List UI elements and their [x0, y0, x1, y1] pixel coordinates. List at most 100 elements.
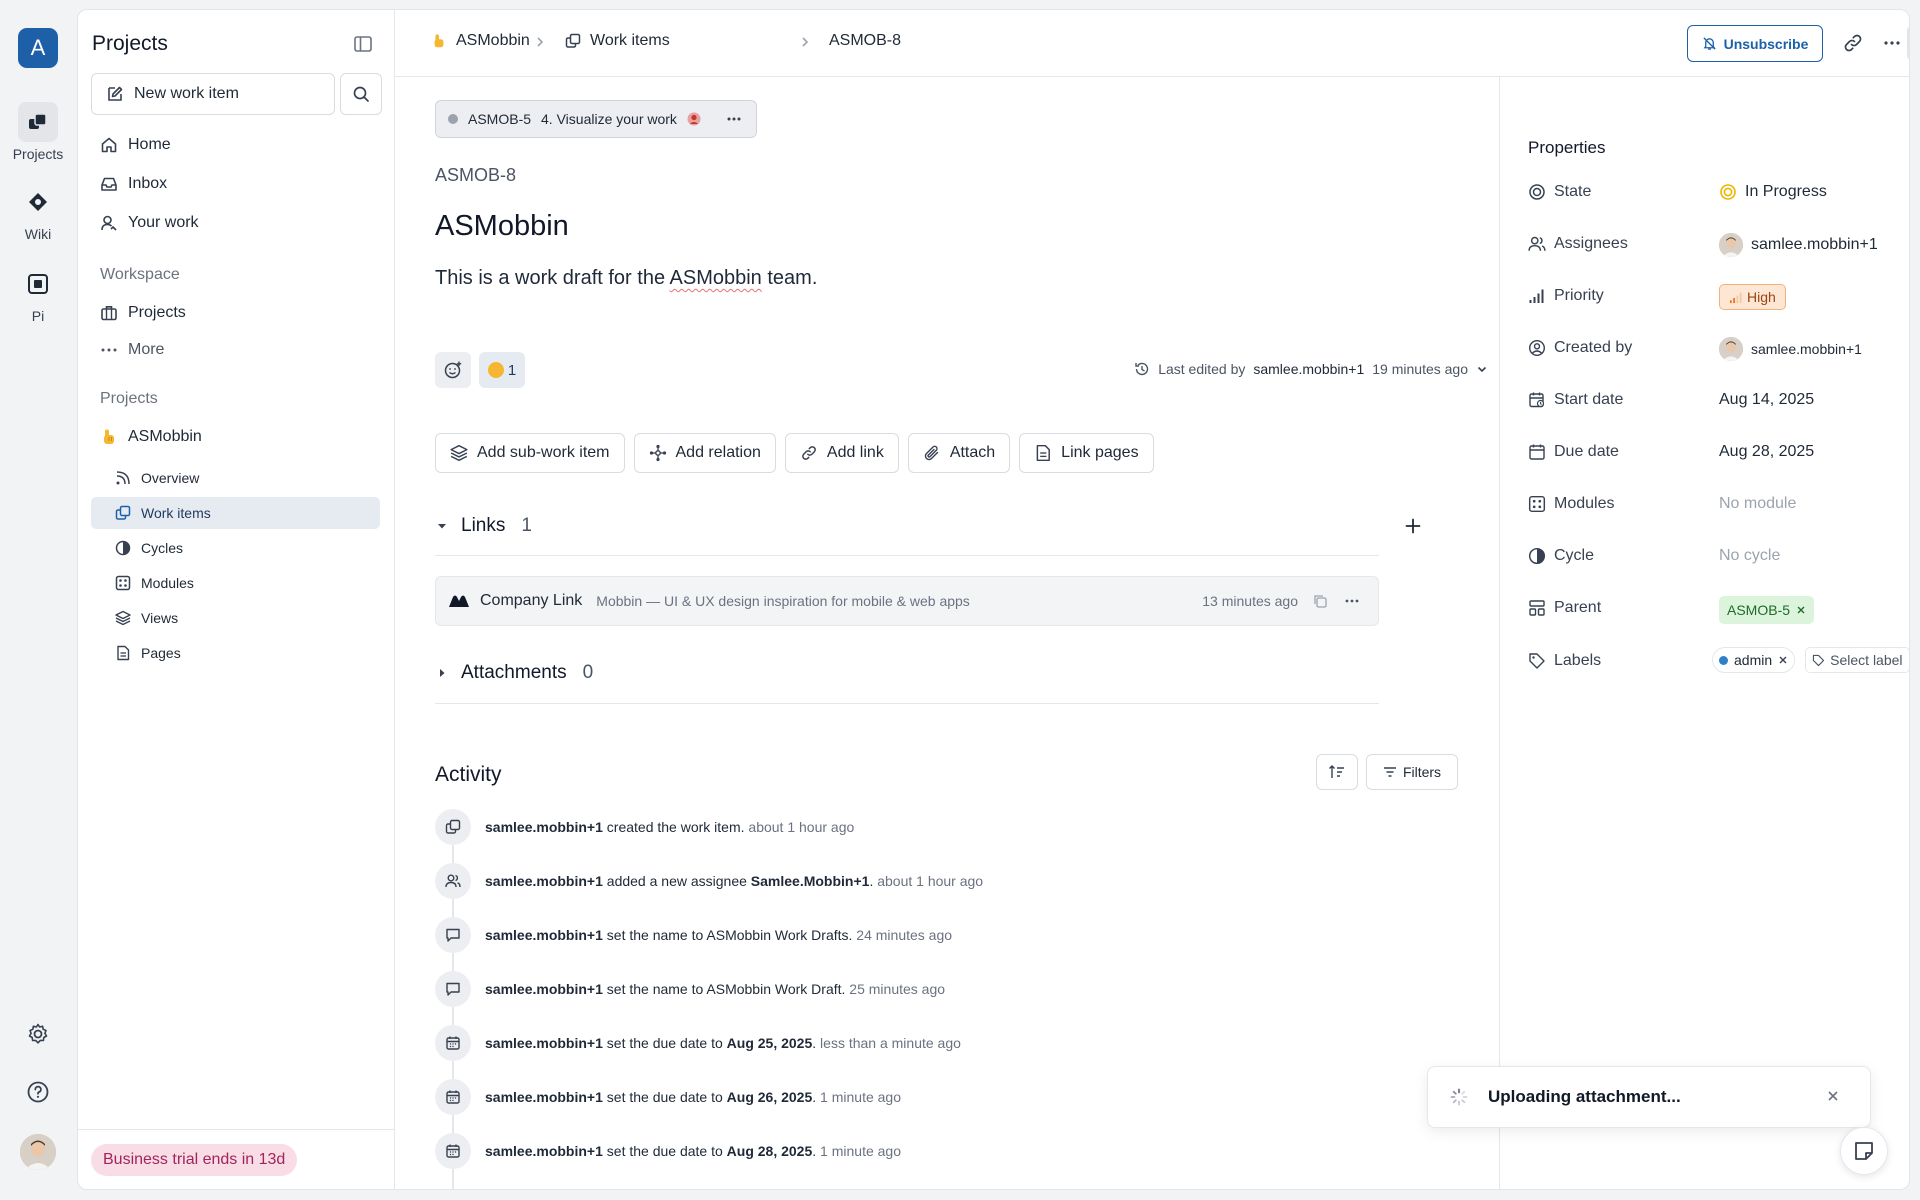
assignees-dropdown[interactable]: samlee.mobbin+1 [1719, 233, 1878, 257]
close-icon[interactable] [1826, 1089, 1840, 1103]
activity-entry: samlee.mobbin+1 set the name to ASMobbin… [435, 971, 945, 1007]
sidebar-item-modules[interactable]: Modules [91, 567, 380, 599]
bell-off-icon [1702, 36, 1717, 51]
select-label-button[interactable]: Select label [1805, 647, 1909, 673]
user-avatar[interactable] [20, 1134, 56, 1170]
attach-button[interactable]: Attach [907, 433, 1011, 473]
due-date-picker[interactable]: Aug 28, 2025 [1719, 443, 1814, 461]
unsubscribe-button[interactable]: Unsubscribe [1687, 25, 1823, 62]
sidebar-search-button[interactable] [340, 73, 382, 115]
activity-time: 1 minute ago [816, 1089, 901, 1105]
activity-text: samlee.mobbin+1 set the name to ASMobbin… [485, 981, 945, 997]
copy-icon[interactable] [1312, 593, 1328, 609]
parent-dropdown[interactable]: ASMOB-5 [1719, 596, 1815, 624]
add-link-plus-icon[interactable] [1404, 517, 1422, 535]
remove-parent-icon[interactable] [1796, 605, 1806, 615]
help-icon[interactable] [22, 1076, 54, 1108]
breadcrumb-work-items[interactable]: Work items [565, 32, 670, 50]
sidebar-item-label: Pages [141, 645, 181, 661]
mobbin-logo-icon [448, 594, 470, 608]
parent-badge: ASMOB-5 [1719, 596, 1815, 624]
add-reaction-button[interactable] [435, 352, 471, 388]
sidebar-collapse-icon[interactable] [353, 34, 373, 54]
sidebar-item-label: Overview [141, 470, 200, 486]
sidebar-item-cycles[interactable]: Cycles [91, 532, 380, 564]
reaction-chip[interactable]: 1 [479, 352, 525, 388]
sidebar-item-home[interactable]: Home [100, 136, 171, 154]
work-item-title[interactable]: ASMobbin [435, 210, 569, 243]
breadcrumb-project[interactable]: ASMobbin [431, 32, 530, 50]
link-more-icon[interactable] [1344, 593, 1360, 609]
breadcrumb-label: Work items [590, 32, 670, 49]
sidebar-item-work-items[interactable]: Work items [91, 497, 380, 529]
links-title: Links [461, 515, 506, 536]
copy-link-icon[interactable] [1842, 32, 1864, 54]
more-options-icon[interactable] [1881, 32, 1903, 54]
created-by-value: samlee.mobbin+1 [1719, 337, 1862, 361]
sidebar-item-projects[interactable]: Projects [100, 304, 186, 322]
toast-text: Uploading attachment... [1488, 1087, 1681, 1106]
rail-item-projects[interactable]: Projects [0, 102, 76, 162]
filters-button[interactable]: Filters [1366, 754, 1458, 790]
description-text: This is a work draft for the [435, 267, 670, 289]
rail-item-wiki[interactable]: Wiki [0, 182, 76, 242]
sidebar-title: Projects [92, 32, 168, 55]
sort-button[interactable] [1316, 754, 1358, 790]
toggle-panel-button[interactable] [1907, 25, 1909, 61]
priority-dropdown[interactable]: High [1719, 284, 1786, 310]
link-item[interactable]: Company Link Mobbin — UI & UX design ins… [435, 576, 1379, 626]
sidebar-item-views[interactable]: Views [91, 602, 380, 634]
state-dropdown[interactable]: In Progress [1719, 183, 1827, 201]
label-name: admin [1734, 652, 1773, 668]
feedback-button[interactable] [1840, 1127, 1888, 1175]
pointing-hand-icon [431, 33, 447, 49]
sidebar-project-asmobbin[interactable]: ASMobbin [100, 428, 202, 446]
chevron-down-icon [1476, 363, 1488, 375]
link-pages-button[interactable]: Link pages [1019, 433, 1154, 473]
link-name: Company Link [480, 592, 583, 609]
attachments-section-header[interactable]: Attachments 0 [435, 662, 1379, 684]
activity-user: samlee.mobbin+1 [485, 981, 603, 997]
breadcrumb-label: ASMobbin [456, 32, 530, 49]
sidebar-item-label: Cycles [141, 540, 184, 556]
activity-user: samlee.mobbin+1 [485, 1143, 603, 1159]
properties-panel: Properties State In Progress Assignees s… [1499, 77, 1909, 1189]
calendar-clock-icon [1528, 391, 1546, 409]
sidebar-item-pages[interactable]: Pages [91, 637, 380, 669]
activity-user: samlee.mobbin+1 [485, 819, 603, 835]
project-name: ASMobbin [128, 428, 202, 445]
parent-work-item-chip[interactable]: ASMOB-5 4. Visualize your work [435, 100, 757, 138]
label-chip-admin[interactable]: admin [1712, 647, 1796, 673]
activity-text: samlee.mobbin+1 set the due date to Aug … [485, 1143, 901, 1159]
priority-label: Priority [1528, 287, 1604, 305]
projects-section-label: Projects [100, 390, 158, 407]
cycle-dropdown[interactable]: No cycle [1719, 547, 1780, 565]
activity-text: samlee.mobbin+1 created the work item. a… [485, 819, 854, 835]
remove-label-icon[interactable] [1778, 655, 1788, 665]
work-item-description[interactable]: This is a work draft for the ASMobbin te… [435, 267, 817, 290]
briefcase-icon [100, 304, 118, 322]
divider [435, 555, 1379, 556]
sidebar-item-inbox[interactable]: Inbox [100, 175, 167, 193]
search-icon [352, 85, 370, 103]
settings-gear-icon[interactable] [22, 1018, 54, 1050]
sidebar-item-overview[interactable]: Overview [91, 462, 380, 494]
new-work-item-button[interactable]: New work item [91, 73, 335, 115]
parent-more-icon[interactable] [725, 110, 743, 128]
sidebar-item-more[interactable]: More [100, 341, 164, 359]
add-relation-button[interactable]: Add relation [633, 433, 776, 473]
start-date-picker[interactable]: Aug 14, 2025 [1719, 391, 1814, 409]
prop-label-text: Due date [1554, 443, 1619, 460]
add-link-button[interactable]: Add link [784, 433, 899, 473]
activity-entry: samlee.mobbin+1 set the due date to Aug … [435, 1079, 901, 1115]
upload-toast: Uploading attachment... [1427, 1066, 1871, 1128]
modules-dropdown[interactable]: No module [1719, 495, 1796, 513]
links-section-header[interactable]: Links 1 [435, 515, 1421, 537]
smiley-plus-icon [443, 360, 463, 380]
rail-item-pi[interactable]: Pi [0, 264, 76, 324]
workspace-avatar[interactable]: A [18, 28, 58, 68]
trial-badge[interactable]: Business trial ends in 13d [91, 1144, 298, 1176]
add-sub-work-item-button[interactable]: Add sub-work item [435, 433, 625, 473]
sidebar-item-your-work[interactable]: Your work [100, 214, 199, 232]
last-edited-info[interactable]: Last edited by samlee.mobbin+1 19 minute… [1134, 361, 1488, 377]
